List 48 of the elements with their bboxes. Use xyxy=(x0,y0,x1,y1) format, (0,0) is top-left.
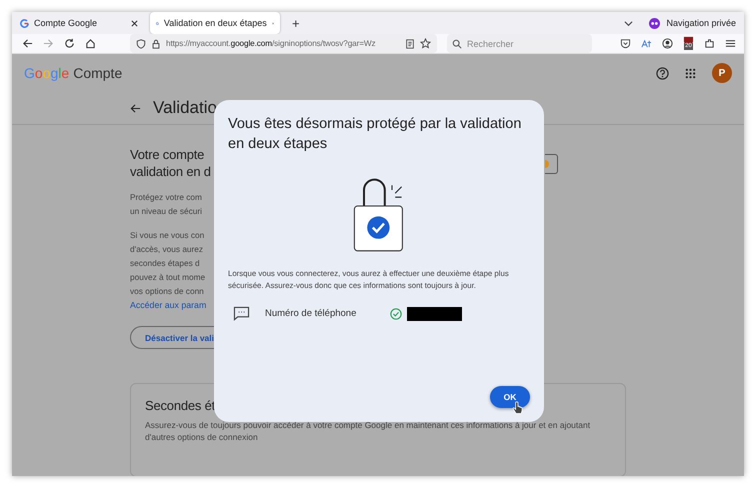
back-arrow-icon[interactable] xyxy=(130,102,141,114)
browser-tab[interactable]: Validation en deux étapes xyxy=(150,12,280,34)
hand-cursor-icon xyxy=(512,401,523,416)
lock-icon xyxy=(151,38,161,48)
chevron-down-icon[interactable] xyxy=(624,18,634,28)
star-icon[interactable] xyxy=(420,38,431,49)
translate-icon[interactable] xyxy=(641,38,652,49)
paragraph-line: Protégez votre com xyxy=(130,191,202,204)
paragraph-line: vos options de conn xyxy=(130,285,204,298)
card-title: Secondes ét xyxy=(145,398,216,413)
paragraph-line: secondes étapes d xyxy=(130,257,200,270)
help-icon[interactable] xyxy=(656,66,669,80)
section-heading: Votre compte xyxy=(130,146,204,163)
card-text: Assurez-vous de toujours pouvoir accéder à votre compte Google en maintenant ces informations à jour et en ajoutant d'autres options de connexion xyxy=(145,419,592,443)
page-title: Validatio xyxy=(153,98,217,118)
chat-icon xyxy=(233,306,250,321)
search-field[interactable]: Rechercher xyxy=(447,34,592,53)
google-g-icon xyxy=(20,18,29,28)
apps-grid-icon[interactable] xyxy=(685,68,696,78)
browser-tab[interactable]: Compte Google xyxy=(14,12,144,34)
search-icon xyxy=(452,38,462,48)
paragraph-line: Si vous ne vous con xyxy=(130,229,204,242)
home-icon[interactable] xyxy=(85,38,96,49)
paragraph-line: d'accès, vous aurez xyxy=(130,243,204,256)
product-name: Compte xyxy=(73,65,122,81)
method-label: Numéro de téléphone xyxy=(265,308,358,319)
private-browsing-label: Navigation privée xyxy=(666,18,736,28)
menu-icon[interactable] xyxy=(725,38,736,49)
settings-link[interactable]: Accéder aux param xyxy=(130,298,206,312)
back-icon[interactable] xyxy=(22,38,33,49)
pocket-icon[interactable] xyxy=(620,38,631,49)
avatar[interactable]: P xyxy=(712,63,732,83)
close-icon[interactable] xyxy=(131,20,138,26)
url-text: https://myaccount.google.com/signinoptions/twosv?gar=Wz xyxy=(166,39,377,48)
reload-icon[interactable] xyxy=(64,38,75,49)
redaction-box xyxy=(407,306,462,320)
account-icon[interactable] xyxy=(662,38,673,49)
extensions-icon[interactable] xyxy=(704,38,715,49)
address-bar[interactable]: https://myaccount.google.com/signinoptions/twosv?gar=Wz xyxy=(130,34,437,53)
new-tab-button[interactable]: + xyxy=(286,16,306,30)
shield-icon xyxy=(136,38,146,48)
ok-button[interactable]: OK xyxy=(490,386,530,408)
section-heading: validation en d xyxy=(130,163,211,180)
mask-icon xyxy=(649,18,660,28)
reader-view-icon[interactable] xyxy=(405,38,415,48)
paragraph-line: pouvez à tout mome xyxy=(130,271,206,284)
dialog-title: Vous êtes désormais protégé par la validation en deux étapes xyxy=(228,115,522,154)
paragraph-line: un niveau de sécuri xyxy=(130,205,202,218)
